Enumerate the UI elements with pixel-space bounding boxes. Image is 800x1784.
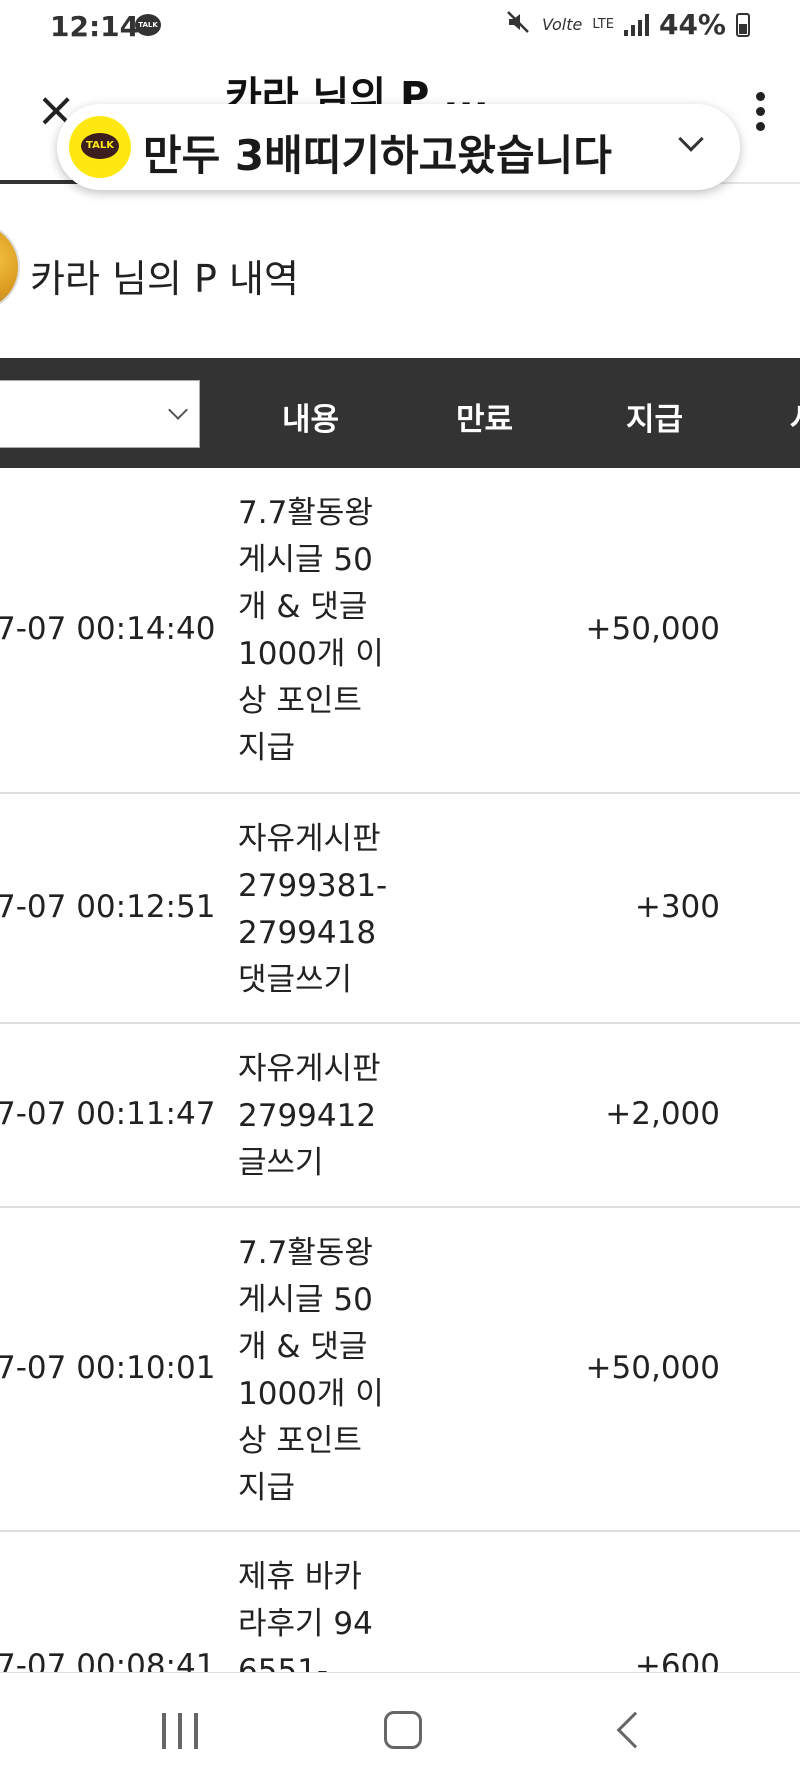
points-history-title: 카라 님의 P 내역 [30,257,299,301]
column-payment: 지급 [626,402,684,438]
row-date: 7-07 00:12:51 [0,889,216,925]
notification-message: 만두 3배띠기하고왔습니다 [143,131,612,180]
talk-bubble: TALK [81,133,119,159]
row-amount: +2,000 [605,1096,720,1132]
system-navigation-bar [0,1672,800,1784]
row-amount: +300 [634,889,720,925]
status-indicators: Volte LTE 44% [506,8,750,41]
battery-percent: 44% [658,8,726,41]
row-amount: +50,000 [585,611,720,647]
row-description: 자유게시판 2799381-2799418 댓글쓰기 [238,821,388,998]
screen: 12:14 TALK Volte LTE 44% × 카라 님의 P ... T… [0,0,800,1784]
more-menu-button[interactable] [750,92,770,142]
table-row: 7-07 00:10:01 7.7활동왕 게시글 50개 & 댓글 1000개 … [0,1208,800,1532]
row-date: 7-07 00:14:40 [0,611,216,647]
table-row: 7-07 00:11:47 자유게시판 2799412 글쓰기 +2,000 [0,1024,800,1208]
chevron-down-icon [168,400,188,420]
mute-icon [506,10,532,40]
chevron-down-icon[interactable] [678,126,704,152]
row-date: 7-07 00:10:01 [0,1350,216,1386]
avatar [0,222,20,312]
column-partial: 사 [790,394,800,439]
profile-section: 카라 님의 P 내역 [0,190,800,360]
battery-icon [736,12,750,37]
row-description: 7.7활동왕 게시글 50개 & 댓글 1000개 이상 포인트 지급 [238,1235,384,1506]
status-time: 12:14 [50,10,140,43]
date-filter-select[interactable] [0,380,200,448]
column-expiry: 만료 [456,402,514,438]
row-description: 7.7활동왕 게시글 50개 & 댓글 1000개 이상 포인트 지급 [238,495,384,766]
column-content: 내용 [282,402,340,438]
signal-icon [623,13,649,36]
kakaotalk-logo-icon: TALK [69,116,131,178]
volte-indicator: Volte [542,15,583,34]
chat-notification-bubble[interactable]: TALK 만두 3배띠기하고왔습니다 [57,104,740,190]
table-row: 7-07 00:12:51 자유게시판 2799381-2799418 댓글쓰기… [0,794,800,1024]
row-amount: +50,000 [585,1350,720,1386]
back-icon[interactable] [616,1711,654,1749]
kakaotalk-notification-icon: TALK [135,14,161,36]
table-header: 내용 만료 지급 사 [0,358,800,468]
lte-indicator: LTE [592,16,614,32]
row-date: 7-07 00:11:47 [0,1096,216,1132]
status-bar: 12:14 TALK Volte LTE 44% [0,0,800,56]
table-row: 7-07 00:14:40 7.7활동왕 게시글 50개 & 댓글 1000개 … [0,468,800,794]
recents-icon[interactable] [162,1713,198,1749]
home-icon[interactable] [384,1711,422,1749]
row-description: 자유게시판 2799412 글쓰기 [238,1051,381,1181]
